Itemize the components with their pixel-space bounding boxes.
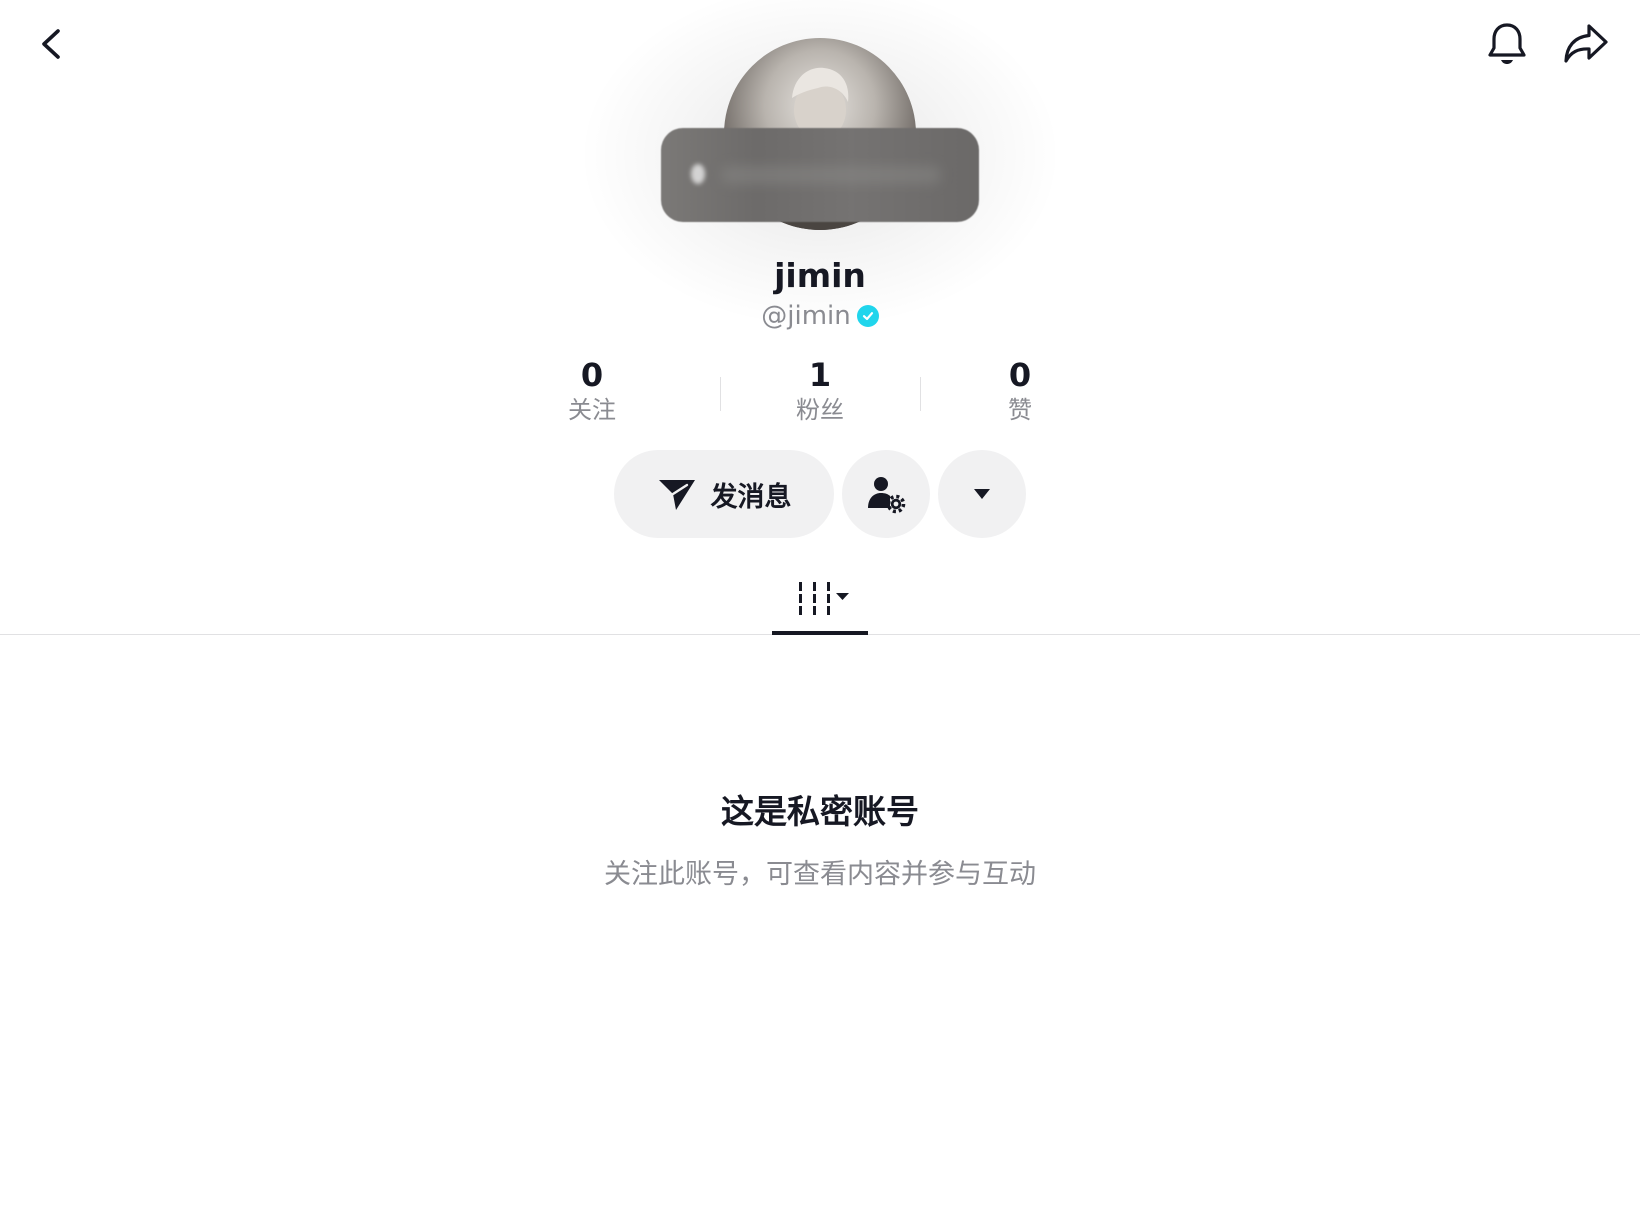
bell-icon (1488, 23, 1526, 64)
stat-following-value: 0 (580, 356, 604, 394)
tab-videos[interactable] (772, 562, 868, 634)
handle-row: @jimin (0, 301, 1640, 331)
grid-icon (799, 582, 849, 615)
private-account-description: 关注此账号，可查看内容并参与互动 (604, 859, 1036, 890)
more-options-button[interactable] (938, 450, 1026, 538)
verified-badge-icon (856, 305, 879, 327)
caret-down-icon (974, 489, 990, 499)
stat-divider (720, 377, 721, 411)
content-tab-bar (0, 562, 1640, 635)
username-handle: @jimin (761, 301, 851, 331)
redacted-overlay (661, 128, 979, 222)
private-account-title: 这是私密账号 (721, 792, 919, 831)
stat-following[interactable]: 0 关注 (522, 355, 662, 425)
stat-likes-value: 0 (1008, 356, 1032, 394)
display-name: jimin (774, 256, 866, 295)
stat-followers-value: 1 (808, 356, 832, 394)
stat-divider (920, 377, 921, 411)
stat-followers[interactable]: 1 粉丝 (750, 355, 890, 425)
message-button[interactable]: 发消息 (614, 450, 834, 538)
back-button[interactable] (22, 14, 82, 74)
stat-likes[interactable]: 0 赞 (950, 355, 1090, 425)
chevron-left-icon (42, 29, 60, 59)
stat-likes-label: 赞 (1008, 396, 1032, 424)
share-arrow-icon (1564, 24, 1608, 63)
share-button[interactable] (1556, 14, 1616, 74)
friend-settings-button[interactable] (842, 450, 930, 538)
stat-followers-label: 粉丝 (796, 396, 844, 424)
notification-button[interactable] (1477, 14, 1537, 74)
send-icon (658, 480, 695, 510)
message-button-label: 发消息 (710, 481, 792, 513)
user-gear-icon (868, 477, 906, 514)
stat-following-label: 关注 (568, 396, 616, 424)
tab-active-indicator (772, 631, 868, 635)
profile-stats: 0 关注 1 粉丝 0 赞 (520, 355, 1120, 435)
